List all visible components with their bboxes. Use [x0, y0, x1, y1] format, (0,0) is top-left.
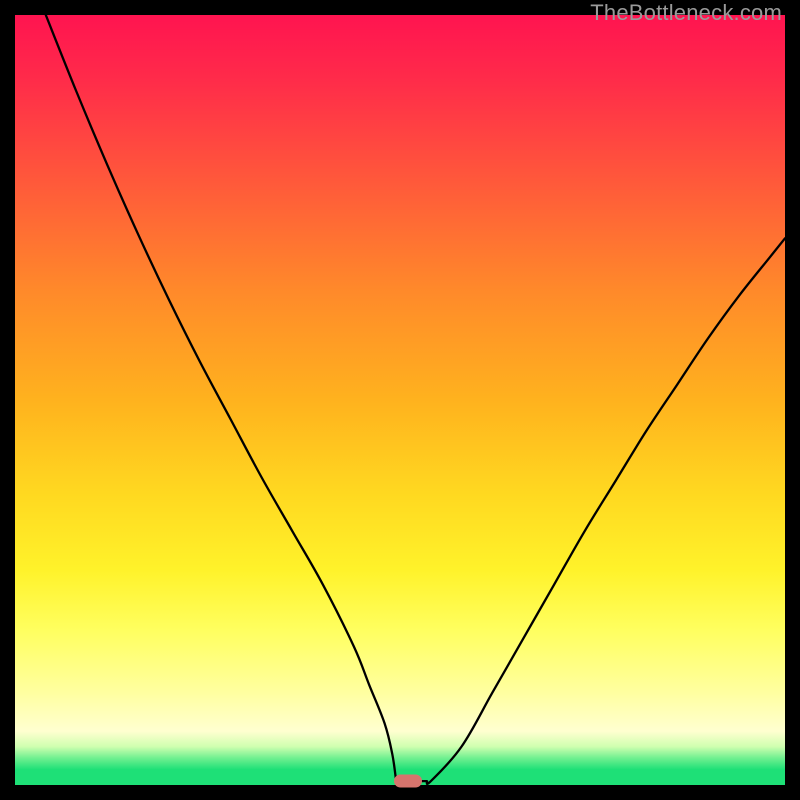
plot-area: [15, 15, 785, 785]
watermark-text: TheBottleneck.com: [590, 0, 782, 26]
bottleneck-curve-path: [46, 15, 785, 784]
chart-frame: TheBottleneck.com: [0, 0, 800, 800]
curve-svg: [15, 15, 785, 785]
optimal-point-marker: [394, 775, 422, 788]
